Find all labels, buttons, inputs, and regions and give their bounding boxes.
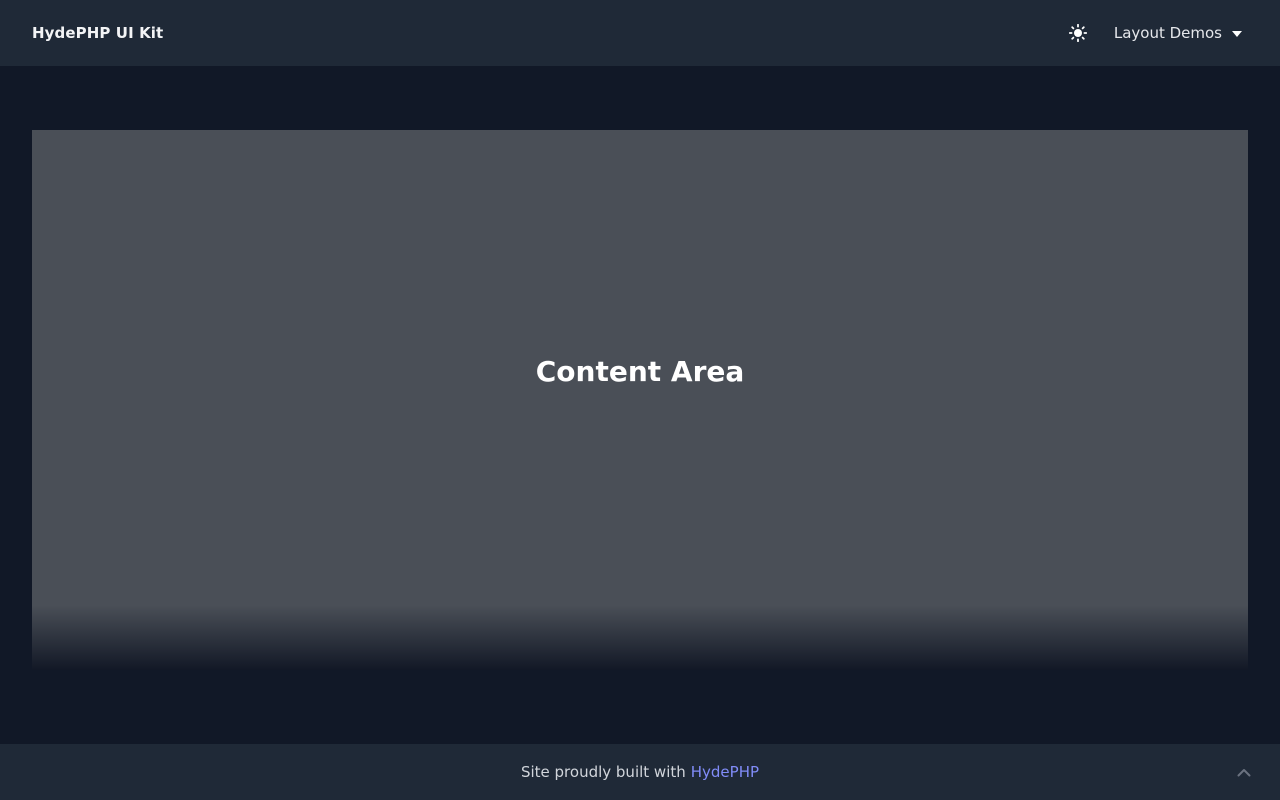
content-title: Content Area (535, 355, 745, 388)
chevron-up-icon (1237, 768, 1251, 776)
back-to-top-button[interactable] (1232, 760, 1256, 784)
hydephp-link[interactable]: HydePHP (691, 763, 759, 781)
nav-right: Layout Demos (1066, 0, 1248, 66)
site-brand-link[interactable]: HydePHP UI Kit (32, 24, 163, 42)
chevron-down-icon (1232, 31, 1242, 37)
sun-icon (1068, 24, 1087, 42)
navbar: HydePHP UI Kit Layout Demos (0, 0, 1280, 66)
theme-toggle-button[interactable] (1066, 21, 1090, 45)
dropdown-label: Layout Demos (1113, 24, 1222, 42)
footer-text: Site proudly built with (520, 763, 686, 781)
content-area: Content Area (32, 130, 1248, 670)
layout-demos-dropdown[interactable]: Layout Demos (1114, 24, 1248, 42)
footer: Site proudly built with HydePHP (0, 744, 1280, 800)
